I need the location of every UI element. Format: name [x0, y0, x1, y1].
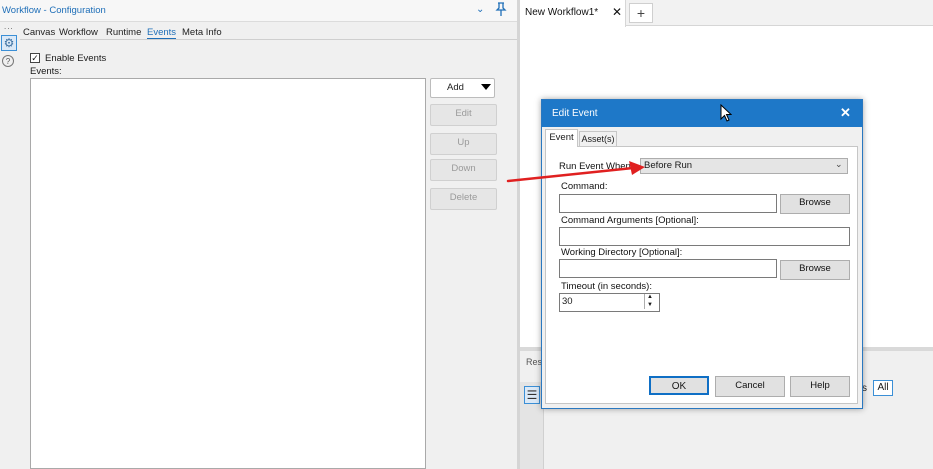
events-list[interactable]: [30, 78, 426, 469]
command-input[interactable]: [559, 194, 777, 213]
tab-meta-info[interactable]: Meta Info: [182, 27, 222, 38]
timeout-label: Timeout (in seconds):: [561, 281, 652, 292]
events-label: Events:: [30, 66, 62, 77]
spin-up-icon[interactable]: ▲: [644, 294, 655, 301]
move-up-button[interactable]: Up: [430, 133, 497, 155]
close-icon[interactable]: ✕: [612, 5, 622, 19]
gear-icon[interactable]: ⚙: [1, 35, 17, 51]
tab-assets[interactable]: Asset(s): [579, 131, 617, 146]
close-icon[interactable]: ✕: [840, 105, 851, 121]
working-directory-label: Working Directory [Optional]:: [561, 247, 683, 258]
document-tab-label: New Workflow1*: [525, 7, 599, 18]
delete-event-button[interactable]: Delete: [430, 188, 497, 210]
working-directory-input[interactable]: [559, 259, 777, 278]
help-icon[interactable]: ?: [2, 55, 14, 67]
tab-events[interactable]: Events: [147, 27, 177, 39]
tab-divider: [20, 39, 517, 40]
spin-down-icon[interactable]: ▼: [644, 301, 655, 309]
edit-event-button[interactable]: Edit: [430, 104, 497, 126]
panel-menu-dots[interactable]: ...: [4, 22, 14, 31]
help-button[interactable]: Help: [790, 376, 850, 397]
all-filter-button[interactable]: All: [873, 380, 893, 396]
annotation-arrow: [505, 160, 650, 190]
enable-events-checkbox[interactable]: ✓: [30, 53, 40, 63]
browse-command-button[interactable]: Browse: [780, 194, 850, 214]
tab-canvas[interactable]: Canvas: [23, 27, 55, 38]
panel-title: Workflow - Configuration: [2, 5, 106, 16]
chevron-down-icon[interactable]: ⌄: [476, 4, 484, 15]
move-down-button[interactable]: Down: [430, 159, 497, 181]
run-event-when-select[interactable]: Before Run: [640, 158, 848, 174]
command-arguments-input[interactable]: [559, 227, 850, 246]
browse-directory-button[interactable]: Browse: [780, 260, 850, 280]
results-tab[interactable]: Res: [526, 357, 542, 367]
cursor-icon: [720, 103, 733, 122]
ok-button[interactable]: OK: [649, 376, 709, 395]
dialog-title: Edit Event: [552, 108, 598, 119]
tab-runtime[interactable]: Runtime: [106, 27, 141, 38]
tab-event[interactable]: Event: [545, 129, 578, 147]
dropdown-arrow-icon[interactable]: [481, 84, 491, 90]
cancel-button[interactable]: Cancel: [715, 376, 785, 397]
command-arguments-label: Command Arguments [Optional]:: [561, 215, 699, 226]
pin-icon[interactable]: [495, 2, 507, 19]
chevron-down-icon[interactable]: ⌄: [835, 159, 843, 170]
plus-icon[interactable]: +: [629, 3, 653, 23]
enable-events-label: Enable Events: [45, 53, 107, 64]
tab-workflow[interactable]: Workflow: [59, 27, 98, 38]
list-icon[interactable]: ☰: [524, 386, 540, 404]
